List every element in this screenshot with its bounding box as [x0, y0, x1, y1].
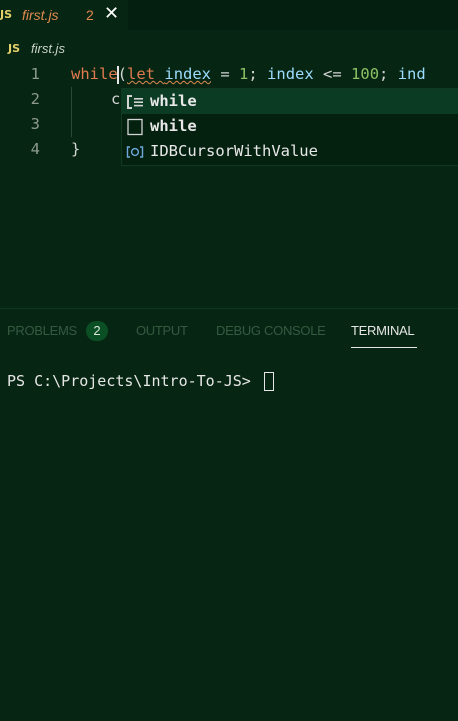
code-line-content: c — [111, 90, 121, 108]
terminal-prompt-line[interactable]: PS C:\Projects\Intro-To-JS> — [7, 372, 274, 391]
problems-count-badge: 2 — [86, 321, 108, 341]
breadcrumb: JS first.js — [0, 40, 458, 60]
number-literal: 100 — [351, 65, 380, 83]
lte-operator: <= — [313, 65, 352, 83]
tab-output[interactable]: OUTPUT — [136, 323, 188, 338]
javascript-file-icon: JS — [0, 8, 13, 21]
line-number: 3 — [30, 115, 40, 133]
variable-ind: ind — [397, 65, 426, 83]
code-line-content: } — [71, 140, 81, 158]
semicolon: ; — [248, 65, 268, 83]
bottom-panel: PROBLEMS 2 OUTPUT DEBUG CONSOLE TERMINAL… — [0, 308, 458, 721]
tab-problems[interactable]: PROBLEMS — [7, 323, 77, 338]
terminal-cursor — [263, 372, 274, 391]
terminal-prompt: PS C:\Projects\Intro-To-JS> — [7, 372, 260, 390]
code-line-content: while(let index = 1; index <= 100; ind — [71, 62, 426, 87]
paren-open: ( — [117, 65, 128, 83]
error-squiggle: let index — [127, 65, 211, 83]
autocomplete-suggestions[interactable]: while while IDBCursorWithValue — [121, 88, 458, 166]
tab-terminal[interactable]: TERMINAL — [351, 323, 415, 338]
tab-first-js[interactable]: JS first.js 2 ✕ — [0, 0, 128, 30]
assign-operator: = — [211, 65, 240, 83]
editor-tab-bar: JS first.js 2 ✕ — [0, 0, 458, 30]
line-number: 1 — [30, 65, 40, 83]
suggestion-label: IDBCursorWithValue — [150, 142, 318, 160]
keyword-let: let — [127, 65, 156, 83]
line-number: 2 — [30, 90, 40, 108]
close-icon[interactable]: ✕ — [104, 3, 119, 24]
variable-index: index — [164, 65, 212, 83]
suggestion-item-idbcursorwithvalue[interactable]: IDBCursorWithValue — [122, 139, 458, 164]
active-tab-indicator — [351, 347, 417, 348]
breadcrumb-file-name[interactable]: first.js — [31, 41, 65, 56]
code-line-1[interactable]: 1 while(let index = 1; index <= 100; ind — [0, 62, 458, 87]
suggestion-item-while-snippet[interactable]: while — [122, 89, 458, 114]
tab-problem-count: 2 — [86, 7, 94, 23]
javascript-file-icon: JS — [8, 42, 21, 55]
tab-debug-console[interactable]: DEBUG CONSOLE — [216, 323, 326, 338]
keyword-while: while — [71, 65, 118, 83]
snippet-icon — [127, 95, 143, 109]
suggestion-label: while — [150, 117, 197, 135]
suggestion-label: while — [150, 92, 197, 110]
suggestion-item-while-keyword[interactable]: while — [122, 114, 458, 139]
keyword-icon — [127, 118, 143, 136]
variable-icon — [126, 146, 144, 158]
tab-file-name: first.js — [22, 7, 59, 23]
variable-index: index — [267, 65, 314, 83]
semicolon: ; — [379, 65, 398, 83]
line-number: 4 — [30, 140, 40, 158]
number-literal: 1 — [239, 65, 249, 83]
